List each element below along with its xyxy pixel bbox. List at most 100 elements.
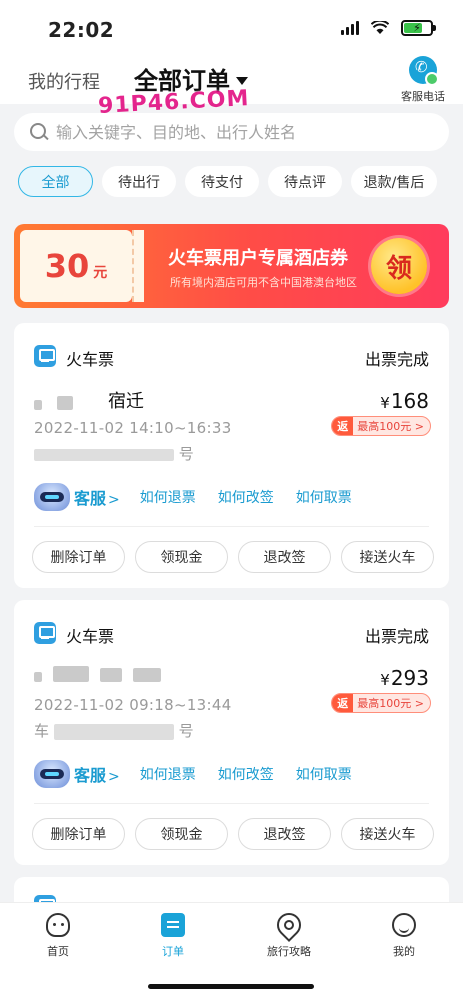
rebate-badge[interactable]: 返 最高100元 > xyxy=(331,416,431,436)
price-value: 293 xyxy=(390,666,429,690)
delete-order-button[interactable]: 删除订单 xyxy=(32,818,125,850)
tab-me[interactable]: 我的 xyxy=(364,913,444,959)
how-to-collect-link[interactable]: 如何取票 xyxy=(296,487,352,507)
wifi-icon xyxy=(371,21,389,34)
order-datetime: 2022-11-02 14:10~16:33 xyxy=(34,419,232,437)
filter-all[interactable]: 全部 xyxy=(18,166,93,197)
order-status: 出票完成 xyxy=(364,627,429,646)
coupon-amount-value: 30 xyxy=(44,247,90,285)
refund-change-button[interactable]: 退改签 xyxy=(238,818,331,850)
help-row: 客服 > 如何退票 如何改签 如何取票 xyxy=(34,760,374,788)
order-actions: 删除订单 领现金 退改签 接送火车 xyxy=(32,818,434,850)
help-row: 客服 > 如何退票 如何改签 如何取票 xyxy=(34,483,374,511)
seat-info: 号 xyxy=(34,443,194,464)
order-type: 火车票 xyxy=(66,350,115,369)
price-value: 168 xyxy=(390,389,429,413)
get-cash-button[interactable]: 领现金 xyxy=(135,818,228,850)
train-icon xyxy=(34,345,56,367)
order-actions: 删除订单 领现金 退改签 接送火车 xyxy=(32,541,434,573)
route-blurred xyxy=(34,395,74,414)
rebate-tag: 返 xyxy=(332,694,354,712)
order-price: ¥168 xyxy=(380,389,429,413)
order-datetime: 2022-11-02 09:18~13:44 xyxy=(34,696,232,714)
rebate-text: 最高100元 > xyxy=(357,420,424,433)
seat-info: 车 号 xyxy=(34,720,194,741)
how-to-change-link[interactable]: 如何改签 xyxy=(218,487,274,507)
robot-assistant-icon[interactable] xyxy=(34,760,70,788)
seat-prefix: 车 xyxy=(34,722,50,740)
claim-coupon-button[interactable]: 领 xyxy=(371,238,427,294)
filter-to-travel[interactable]: 待出行 xyxy=(102,166,176,197)
home-indicator[interactable] xyxy=(148,984,314,989)
phone-icon: ✆ xyxy=(409,56,439,86)
how-to-refund-link[interactable]: 如何退票 xyxy=(140,487,196,507)
rebate-tag: 返 xyxy=(332,417,354,435)
chevron-right-icon: > xyxy=(108,492,120,508)
refund-change-button[interactable]: 退改签 xyxy=(238,541,331,573)
signal-icon xyxy=(341,21,359,35)
filter-to-review[interactable]: 待点评 xyxy=(268,166,342,197)
filter-refund[interactable]: 退款/售后 xyxy=(351,166,437,197)
home-icon xyxy=(46,913,70,937)
coupon-amount: 30 元 xyxy=(20,230,132,302)
order-price: ¥293 xyxy=(380,666,429,690)
delete-order-button[interactable]: 删除订单 xyxy=(32,541,125,573)
order-status: 出票完成 xyxy=(364,350,429,369)
chevron-right-icon: > xyxy=(108,769,120,785)
tab-all-orders-label: 全部订单 xyxy=(134,67,230,95)
hotel-coupon-banner[interactable]: 30 元 火车票用户专属酒店券 所有境内酒店可用不含中国港澳台地区 领 xyxy=(14,224,449,308)
tab-my-trips[interactable]: 我的行程 xyxy=(28,68,100,94)
rebate-text: 最高100元 > xyxy=(357,697,424,710)
customer-service-phone-button[interactable]: ✆ 客服电话 xyxy=(399,56,447,104)
status-time: 22:02 xyxy=(48,18,115,42)
price-symbol: ¥ xyxy=(380,394,390,412)
get-cash-button[interactable]: 领现金 xyxy=(135,541,228,573)
tab-travel-guide[interactable]: 旅行攻略 xyxy=(249,908,329,959)
customer-service-link[interactable]: 客服 > xyxy=(74,762,120,786)
caret-down-icon xyxy=(236,76,248,85)
tab-orders[interactable]: 订单 xyxy=(133,913,213,959)
customer-service-phone-label: 客服电话 xyxy=(401,90,445,103)
charging-icon: ⚡ xyxy=(413,21,421,35)
train-transfer-button[interactable]: 接送火车 xyxy=(341,541,434,573)
route-destination: 宿迁 xyxy=(108,391,144,412)
tab-orders-label: 订单 xyxy=(162,945,184,958)
coupon-amount-unit: 元 xyxy=(93,265,108,281)
tab-home-label: 首页 xyxy=(47,945,69,958)
coupon-subtitle: 所有境内酒店可用不含中国港澳台地区 xyxy=(170,276,357,289)
seat-suffix: 号 xyxy=(178,445,194,463)
robot-assistant-icon[interactable] xyxy=(34,483,70,511)
status-bar: 22:02 ⚡ xyxy=(0,0,463,52)
order-icon xyxy=(161,913,185,937)
tab-all-orders[interactable]: 全部订单 xyxy=(134,61,248,96)
how-to-change-link[interactable]: 如何改签 xyxy=(218,764,274,784)
tab-home[interactable]: 首页 xyxy=(18,913,98,959)
status-icons: ⚡ xyxy=(341,20,436,36)
train-icon xyxy=(34,622,56,644)
filter-to-pay[interactable]: 待支付 xyxy=(185,166,259,197)
battery-icon: ⚡ xyxy=(401,20,436,36)
order-card[interactable]: 火车票 出票完成 2022-11-02 09:18~13:44 车 号 ¥293… xyxy=(14,600,449,865)
route-blurred xyxy=(34,666,162,686)
train-transfer-button[interactable]: 接送火车 xyxy=(341,818,434,850)
seat-suffix: 号 xyxy=(178,722,194,740)
rebate-badge[interactable]: 返 最高100元 > xyxy=(331,693,431,713)
divider xyxy=(34,803,429,804)
search-icon xyxy=(30,123,48,141)
order-type: 火车票 xyxy=(66,627,115,646)
how-to-collect-link[interactable]: 如何取票 xyxy=(296,764,352,784)
tab-travel-guide-label: 旅行攻略 xyxy=(267,945,311,958)
tab-me-label: 我的 xyxy=(393,945,415,958)
filter-chips: 全部 待出行 待支付 待点评 退款/售后 xyxy=(18,166,437,197)
location-pin-icon xyxy=(272,908,306,942)
search-bar[interactable] xyxy=(14,113,449,151)
smiley-icon xyxy=(392,913,416,937)
search-input[interactable] xyxy=(56,122,426,142)
coupon-divider xyxy=(132,230,144,302)
customer-service-link[interactable]: 客服 > xyxy=(74,485,120,509)
header: 我的行程 全部订单 91P46.COM ✆ 客服电话 xyxy=(0,52,463,119)
coupon-title: 火车票用户专属酒店券 xyxy=(168,248,348,269)
how-to-refund-link[interactable]: 如何退票 xyxy=(140,764,196,784)
price-symbol: ¥ xyxy=(380,671,390,689)
order-card[interactable]: 火车票 出票完成 宿迁 2022-11-02 14:10~16:33 号 ¥16… xyxy=(14,323,449,588)
